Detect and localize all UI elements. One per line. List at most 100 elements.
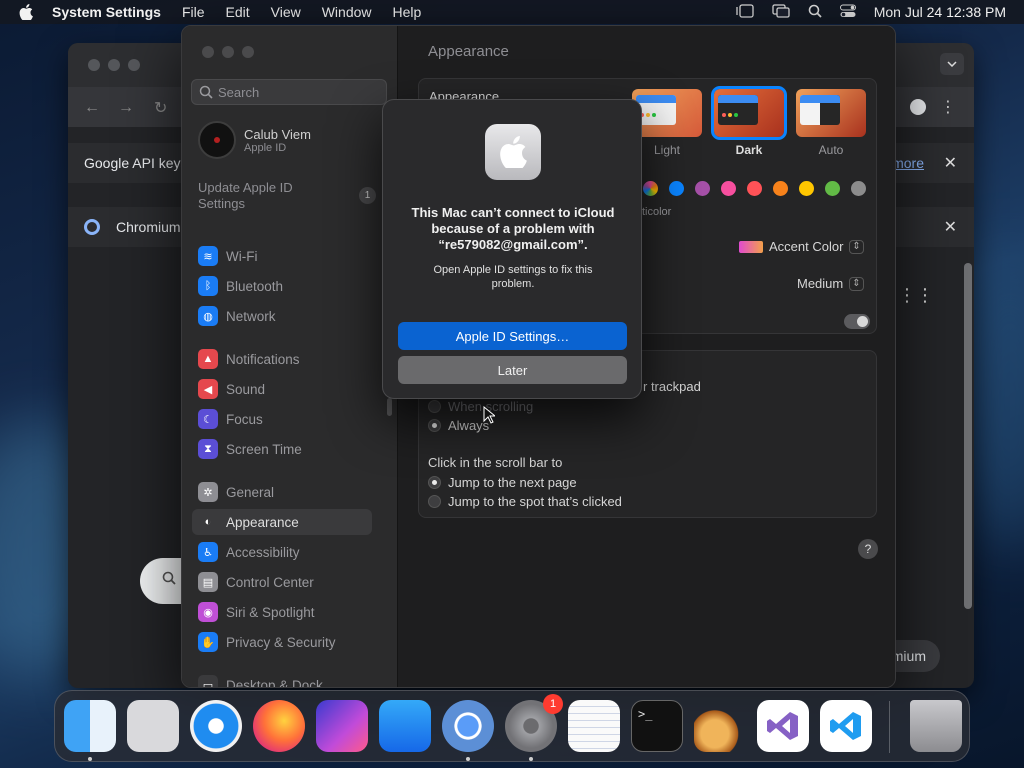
dock-separator xyxy=(889,701,890,753)
theme-auto-label: Auto xyxy=(818,143,844,157)
dialog-submessage: Open Apple ID settings to fix this probl… xyxy=(433,264,593,290)
sidebar-icon-size-select[interactable]: Medium ⇕ xyxy=(797,276,864,291)
later-button[interactable]: Later xyxy=(398,356,627,384)
sidebar-item-siri-spotlight[interactable]: ◉ Siri & Spotlight xyxy=(192,599,372,625)
accent-color-swatch[interactable] xyxy=(747,181,762,196)
sidebar-item-appearance[interactable]: ◐ Appearance xyxy=(192,509,372,535)
shortcuts-icon[interactable] xyxy=(316,700,368,752)
launchpad-icon[interactable] xyxy=(127,700,179,752)
sidebar-item-sound[interactable]: ◀ Sound xyxy=(192,376,372,402)
firefox-icon[interactable] xyxy=(253,700,305,752)
sidebar-item-focus[interactable]: ☾ Focus xyxy=(192,406,372,432)
accent-color-swatch[interactable] xyxy=(773,181,788,196)
profile-icon[interactable] xyxy=(910,99,926,115)
stage-manager-icon[interactable] xyxy=(736,3,754,21)
reload-icon[interactable]: ↻ xyxy=(154,98,167,118)
apple-menu-icon[interactable] xyxy=(0,4,52,20)
menu-edit[interactable]: Edit xyxy=(226,4,250,20)
chevron-down-icon xyxy=(947,61,957,67)
update-apple-id-item[interactable]: Update Apple ID Settings 1 xyxy=(198,180,378,212)
minimize-window-button[interactable] xyxy=(108,59,120,71)
search-icon[interactable] xyxy=(808,4,822,21)
profile-subtitle: Apple ID xyxy=(244,141,287,154)
highlight-color-select[interactable]: Accent Color ⇕ xyxy=(739,239,864,254)
visual-studio-icon[interactable] xyxy=(757,700,809,752)
sidebar-item-label: Sound xyxy=(226,381,266,397)
safari-icon[interactable] xyxy=(190,700,242,752)
zoom-window-button[interactable] xyxy=(242,46,254,58)
sidebar-item-accessibility[interactable]: ♿ Accessibility xyxy=(192,539,372,565)
sidebar-item-label: Focus xyxy=(226,411,263,427)
back-icon[interactable]: ← xyxy=(84,99,100,117)
sidebar-item-network[interactable]: ◍ Network xyxy=(192,303,372,329)
terminal-icon[interactable]: >_ xyxy=(631,700,683,752)
menu-view[interactable]: View xyxy=(271,4,301,20)
sidebar-scrollbar[interactable] xyxy=(387,398,392,416)
accent-color-swatch[interactable] xyxy=(669,181,684,196)
radio-jump-to-spot[interactable]: Jump to the spot that’s clicked xyxy=(428,494,622,509)
sidebar-item-screen-time[interactable]: ⧗ Screen Time xyxy=(192,436,372,462)
accent-color-swatch[interactable] xyxy=(799,181,814,196)
running-indicator xyxy=(466,757,470,761)
apple-id-settings-button[interactable]: Apple ID Settings… xyxy=(398,322,627,350)
sidebar-item-privacy-security[interactable]: ✋ Privacy & Security xyxy=(192,629,372,655)
click-scroll-label: Click in the scroll bar to xyxy=(428,455,563,470)
settings-sidebar: Search Calub Viem Apple ID Update Apple … xyxy=(182,26,398,687)
close-infobar-icon[interactable]: ✕ xyxy=(944,153,957,173)
forward-icon[interactable]: → xyxy=(118,99,134,117)
update-label: Update Apple ID Settings xyxy=(198,180,293,211)
sidebar-item-label: Privacy & Security xyxy=(226,634,336,650)
more-menu-icon[interactable]: ⋮ xyxy=(940,97,956,117)
app-store-icon[interactable] xyxy=(379,700,431,752)
zoom-window-button[interactable] xyxy=(128,59,140,71)
sidebar-item-desktop-dock[interactable]: ▭ Desktop & Dock xyxy=(192,672,372,687)
accent-color-swatch[interactable] xyxy=(721,181,736,196)
dock: 1 >_ xyxy=(54,690,970,762)
menu-help[interactable]: Help xyxy=(393,4,422,20)
theme-auto[interactable]: Auto xyxy=(796,89,866,157)
radio-always[interactable]: Always xyxy=(428,418,489,433)
sidebar-item-general[interactable]: ✲ General xyxy=(192,479,372,505)
globe-icon: ◍ xyxy=(198,306,218,326)
menu-bar: System Settings File Edit View Window He… xyxy=(0,0,1024,24)
control-center-icon[interactable] xyxy=(839,4,856,21)
guitar-icon[interactable] xyxy=(694,700,746,752)
tab-search-button[interactable] xyxy=(940,53,964,75)
apple-id-profile[interactable]: Calub Viem Apple ID xyxy=(198,121,311,159)
accent-color-swatch[interactable] xyxy=(643,181,658,196)
sidebar-item-wi-fi[interactable]: ≋ Wi-Fi xyxy=(192,243,372,269)
browser-scrollbar[interactable] xyxy=(964,263,972,609)
theme-dark[interactable]: Dark xyxy=(711,86,787,157)
chromium-icon[interactable] xyxy=(442,700,494,752)
menu-window[interactable]: Window xyxy=(322,4,372,20)
trash-icon[interactable] xyxy=(910,700,962,752)
menu-clock[interactable]: Mon Jul 24 12:38 PM xyxy=(874,4,1006,20)
accent-color-swatch[interactable] xyxy=(695,181,710,196)
infobar-more-link[interactable]: more xyxy=(892,155,924,171)
vscode-icon[interactable] xyxy=(820,700,872,752)
screen-mirroring-icon[interactable] xyxy=(772,3,790,21)
accent-color-swatch[interactable] xyxy=(825,181,840,196)
help-button[interactable]: ? xyxy=(858,539,878,559)
notepad-icon[interactable] xyxy=(568,700,620,752)
wallpaper-tinting-toggle[interactable] xyxy=(844,314,870,329)
icloud-alert-dialog: This Mac can’t connect to iCloud because… xyxy=(382,99,642,399)
sidebar-item-control-center[interactable]: ▤ Control Center xyxy=(192,569,372,595)
settings-icon[interactable]: 1 xyxy=(505,694,563,752)
finder-icon[interactable] xyxy=(64,700,116,752)
menu-file[interactable]: File xyxy=(182,4,205,20)
radio-when-scrolling[interactable]: When scrolling xyxy=(428,399,533,414)
close-window-button[interactable] xyxy=(202,46,214,58)
minimize-window-button[interactable] xyxy=(222,46,234,58)
sidebar-item-notifications[interactable]: ▲ Notifications xyxy=(192,346,372,372)
accent-color-swatch[interactable] xyxy=(851,181,866,196)
close-infobar2-icon[interactable]: ✕ xyxy=(944,217,957,237)
radio-jump-next-page[interactable]: Jump to the next page xyxy=(428,475,577,490)
sidebar-item-bluetooth[interactable]: ᛒ Bluetooth xyxy=(192,273,372,299)
close-window-button[interactable] xyxy=(88,59,100,71)
sidebar-item-label: Appearance xyxy=(226,514,299,530)
highlight-color-value: Accent Color xyxy=(769,239,844,254)
theme-light[interactable]: Light xyxy=(632,89,702,157)
search-field[interactable]: Search xyxy=(191,79,387,105)
menu-app-name[interactable]: System Settings xyxy=(52,4,161,20)
